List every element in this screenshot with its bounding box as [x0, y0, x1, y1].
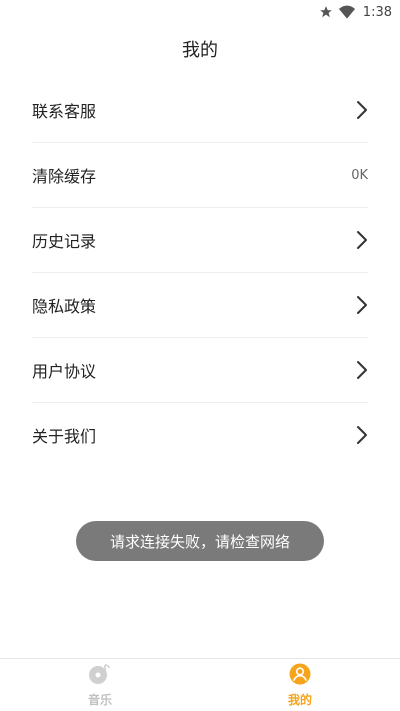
chevron-right-icon	[356, 295, 368, 315]
error-toast: 请求连接失败，请检查网络	[76, 521, 324, 561]
screen: 1:38 我的 联系客服 清除缓存 0K 历史记录 隐私政策 用户协议 关于我们…	[0, 0, 400, 711]
menu-item-label: 用户协议	[32, 362, 97, 381]
status-bar: 1:38	[0, 0, 400, 24]
tab-label: 音乐	[87, 693, 112, 707]
menu-item-label: 清除缓存	[32, 167, 97, 186]
tab-label: 我的	[287, 693, 312, 707]
wifi-icon	[338, 5, 355, 19]
chevron-right-icon	[356, 230, 368, 250]
bottom-tab-bar: 音乐 我的	[0, 658, 400, 711]
menu-item-clear-cache[interactable]: 清除缓存 0K	[32, 143, 368, 208]
chevron-right-icon	[356, 425, 368, 445]
menu-item-label: 历史记录	[32, 232, 97, 251]
menu-item-history[interactable]: 历史记录	[32, 208, 368, 273]
cache-size-value: 0K	[351, 167, 368, 183]
menu-item-about-us[interactable]: 关于我们	[32, 403, 368, 467]
menu-item-label: 关于我们	[32, 427, 97, 446]
tab-mine[interactable]: 我的	[200, 659, 400, 711]
settings-menu: 联系客服 清除缓存 0K 历史记录 隐私政策 用户协议 关于我们	[32, 78, 368, 467]
menu-item-user-agreement[interactable]: 用户协议	[32, 338, 368, 403]
star-icon	[319, 5, 333, 19]
menu-item-label: 联系客服	[32, 102, 97, 121]
status-time: 1:38	[362, 4, 392, 20]
toast-message: 请求连接失败，请检查网络	[109, 532, 290, 551]
music-disc-icon	[88, 663, 112, 689]
page-title: 我的	[182, 40, 218, 61]
chevron-right-icon	[356, 100, 368, 120]
chevron-right-icon	[356, 360, 368, 380]
menu-item-label: 隐私政策	[32, 297, 97, 316]
tab-music[interactable]: 音乐	[0, 659, 200, 711]
menu-item-contact-support[interactable]: 联系客服	[32, 78, 368, 143]
menu-item-privacy-policy[interactable]: 隐私政策	[32, 273, 368, 338]
user-icon	[289, 663, 311, 689]
